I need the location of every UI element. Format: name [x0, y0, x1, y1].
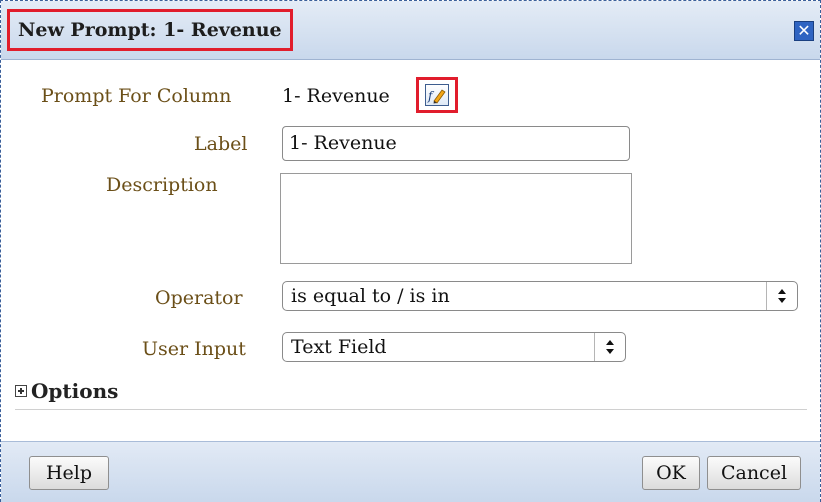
- options-label: Options: [31, 379, 119, 403]
- title-highlight-box: New Prompt: 1- Revenue: [7, 9, 293, 51]
- label-input[interactable]: 1- Revenue: [282, 126, 630, 161]
- dialog-title: New Prompt: 1- Revenue: [18, 19, 282, 41]
- operator-selected-value: is equal to / is in: [291, 285, 450, 307]
- operator-select[interactable]: is equal to / is in: [282, 281, 798, 311]
- prompt-for-column-label: Prompt For Column: [41, 85, 232, 107]
- updown-arrow-icon: [766, 282, 797, 310]
- user-input-label: User Input: [142, 338, 246, 360]
- updown-arrow-icon: [594, 333, 625, 361]
- user-input-select[interactable]: Text Field: [282, 332, 626, 362]
- new-prompt-dialog: New Prompt: 1- Revenue ✕ Prompt For Colu…: [0, 0, 821, 502]
- prompt-for-column-value: 1- Revenue: [282, 85, 390, 107]
- cancel-button[interactable]: Cancel: [707, 456, 801, 490]
- operator-label: Operator: [155, 287, 243, 309]
- edit-formula-icon[interactable]: f: [425, 84, 449, 106]
- options-toggle[interactable]: Options: [15, 379, 118, 403]
- user-input-selected-value: Text Field: [291, 336, 387, 358]
- edit-formula-highlight: f: [416, 77, 458, 113]
- label-label: Label: [194, 133, 248, 155]
- pencil-icon: f: [427, 89, 446, 104]
- dialog-footer: Help OK Cancel: [1, 441, 820, 502]
- ok-button[interactable]: OK: [642, 456, 700, 490]
- help-button[interactable]: Help: [29, 456, 109, 490]
- divider: [15, 409, 807, 410]
- description-textarea[interactable]: [280, 173, 632, 264]
- dialog-titlebar: New Prompt: 1- Revenue ✕: [1, 1, 820, 60]
- expand-plus-icon: [15, 385, 27, 397]
- description-label: Description: [106, 174, 218, 196]
- close-icon[interactable]: ✕: [794, 21, 814, 41]
